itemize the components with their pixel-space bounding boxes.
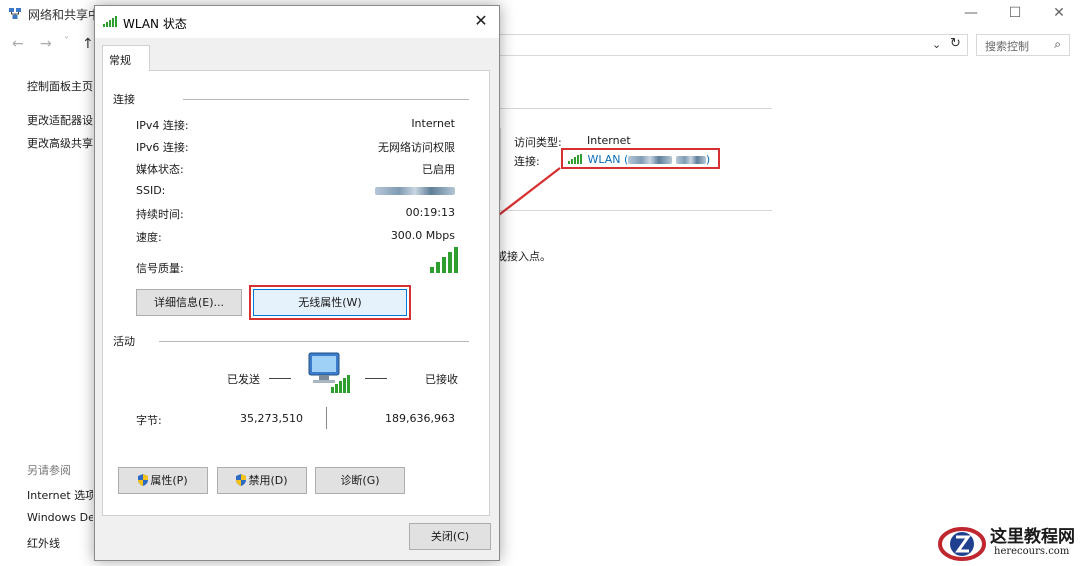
connection-group-label: 连接 <box>113 93 135 106</box>
back-button[interactable]: ← <box>12 36 24 52</box>
wifi-signal-icon <box>568 154 582 164</box>
up-button[interactable]: ↑ <box>82 36 94 52</box>
search-icon[interactable]: ⌕ <box>1054 37 1061 52</box>
watermark-domain: herecours.com <box>994 546 1070 557</box>
close-window-button[interactable]: ✕ <box>1036 0 1080 28</box>
redacted-network-name <box>628 156 673 164</box>
general-tab-panel: 连接 IPv4 连接: Internet IPv6 连接: 无网络访问权限 媒体… <box>102 70 490 516</box>
bytes-received-value: 189,636,963 <box>385 412 455 425</box>
speed-value: 300.0 Mbps <box>390 229 455 242</box>
search-placeholder: 搜索控制 <box>985 40 1029 53</box>
wifi-signal-icon <box>103 16 117 27</box>
sidebar-link-advanced-sharing[interactable]: 更改高级共享 <box>27 135 93 151</box>
access-type-label: 访问类型: <box>514 136 562 149</box>
redacted-ssid <box>375 187 455 195</box>
media-state-label: 媒体状态: <box>136 163 184 176</box>
close-icon[interactable]: ✕ <box>469 10 493 34</box>
site-logo-icon <box>938 527 986 561</box>
ssid-value <box>375 184 455 197</box>
wlan-connection-link[interactable]: WLAN ( ) <box>568 153 710 166</box>
forward-button[interactable]: → <box>40 36 52 52</box>
search-input[interactable]: 搜索控制 ⌕ <box>976 34 1070 56</box>
speed-label: 速度: <box>136 231 162 244</box>
dialog-titlebar: WLAN 状态 ✕ <box>95 6 499 38</box>
background-window-title: 网络和共享中心 <box>28 8 96 22</box>
divider-line <box>500 108 772 109</box>
duration-value: 00:19:13 <box>405 206 455 219</box>
wlan-connection-text: WLAN ( <box>587 153 629 166</box>
sidebar-link-windows-defender[interactable]: Windows De <box>27 511 93 524</box>
received-label: 已接收 <box>425 373 458 386</box>
group-divider <box>183 99 469 100</box>
dialog-title: WLAN 状态 <box>123 17 187 31</box>
network-center-icon <box>9 8 21 19</box>
bytes-separator <box>326 407 327 429</box>
signal-bar <box>454 247 458 273</box>
bytes-label: 字节: <box>136 414 162 427</box>
signal-bar <box>436 262 440 273</box>
see-also-heading: 另请参阅 <box>27 464 71 477</box>
received-dash <box>365 378 387 379</box>
watermark-name: 这里教程网 <box>990 527 1075 547</box>
diagnose-button[interactable]: 诊断(G) <box>315 467 405 494</box>
wlan-connection-text-end: ) <box>705 153 711 166</box>
ipv4-label: IPv4 连接: <box>136 119 189 132</box>
disable-button-label: 禁用(D) <box>248 474 288 487</box>
address-dropdown-icon[interactable]: ⌄ <box>932 38 941 51</box>
signal-bar <box>442 257 446 273</box>
wlan-status-dialog: WLAN 状态 ✕ 常规 连接 IPv4 连接: Internet IPv6 连… <box>94 5 500 561</box>
close-button[interactable]: 关闭(C) <box>409 523 491 550</box>
duration-label: 持续时间: <box>136 208 184 221</box>
network-computer-icon <box>308 352 350 393</box>
maximize-button[interactable]: ☐ <box>992 0 1038 28</box>
signal-quality-label: 信号质量: <box>136 262 184 275</box>
signal-bar <box>430 267 434 273</box>
details-button[interactable]: 详细信息(E)... <box>136 289 242 316</box>
disable-button[interactable]: 禁用(D) <box>217 467 307 494</box>
wireless-properties-highlight <box>249 285 411 320</box>
recent-locations-dropdown[interactable]: ˅ <box>64 36 69 47</box>
ipv6-label: IPv6 连接: <box>136 141 189 154</box>
ssid-label: SSID: <box>136 184 166 197</box>
properties-button[interactable]: 属性(P) <box>118 467 208 494</box>
signal-bar <box>448 252 452 273</box>
media-state-value: 已启用 <box>422 163 455 176</box>
sent-dash <box>269 378 291 379</box>
signal-strength-icon <box>430 247 458 273</box>
refresh-icon[interactable]: ↻ <box>950 36 961 51</box>
site-watermark: 这里教程网 herecours.com <box>936 522 1076 562</box>
ipv6-value: 无网络访问权限 <box>378 141 455 154</box>
redacted-network-name <box>675 156 706 164</box>
group-divider <box>159 341 469 342</box>
activity-group-label: 活动 <box>113 335 135 348</box>
sidebar-link-internet-options[interactable]: Internet 选项 <box>27 487 93 503</box>
sent-label: 已发送 <box>227 373 260 386</box>
minimize-button[interactable]: — <box>948 0 994 28</box>
address-bar[interactable] <box>500 34 968 56</box>
ipv4-value: Internet <box>411 117 455 130</box>
bytes-sent-value: 35,273,510 <box>240 412 303 425</box>
sidebar-link-control-panel-home[interactable]: 控制面板主页 <box>27 78 93 94</box>
sidebar-link-infrared[interactable]: 红外线 <box>27 535 60 551</box>
properties-button-label: 属性(P) <box>150 474 188 487</box>
sidebar-link-adapter-settings[interactable]: 更改适配器设 <box>27 112 93 128</box>
access-type-value: Internet <box>587 134 631 147</box>
uac-shield-icon <box>236 474 247 486</box>
tab-general[interactable]: 常规 <box>102 45 150 71</box>
uac-shield-icon <box>138 474 149 486</box>
